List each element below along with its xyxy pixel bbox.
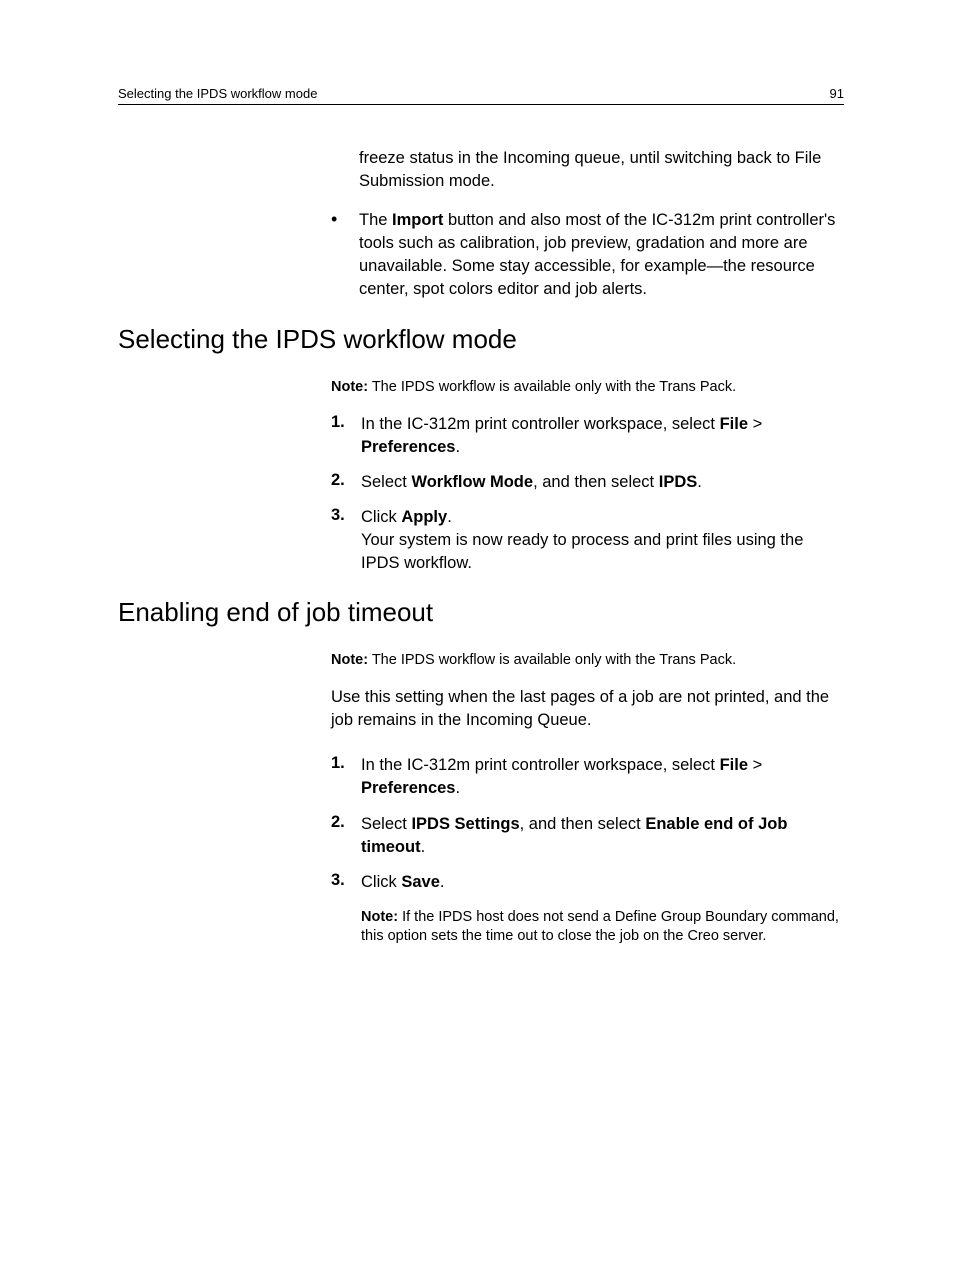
- text-segment: .: [447, 508, 452, 526]
- text-segment: >: [748, 415, 762, 433]
- bullet-icon: •: [331, 209, 359, 301]
- intro-paragraph: Use this setting when the last pages of …: [331, 686, 844, 732]
- bold-text: File: [720, 756, 748, 774]
- text-segment: .: [440, 873, 445, 891]
- step-number: 1.: [331, 754, 361, 800]
- note-line: Note: The IPDS workflow is available onl…: [331, 652, 844, 668]
- text-segment: , and then select: [520, 815, 646, 833]
- bold-text: File: [720, 415, 748, 433]
- text-segment: >: [748, 756, 762, 774]
- page-container: Selecting the IPDS workflow mode 91 free…: [0, 0, 954, 947]
- bold-text: IPDS Settings: [411, 815, 519, 833]
- note-label: Note:: [331, 379, 368, 395]
- note-text: The IPDS workflow is available only with…: [368, 652, 736, 668]
- step-text: In the IC-312m print controller workspac…: [361, 413, 844, 459]
- bold-text: Preferences: [361, 779, 455, 797]
- section-heading-2: Enabling end of job timeout: [118, 597, 844, 628]
- bullet-text: The Import button and also most of the I…: [359, 209, 844, 301]
- step-item: 2. Select Workflow Mode, and then select…: [331, 471, 844, 494]
- page-number: 91: [830, 86, 844, 101]
- section-heading-1: Selecting the IPDS workflow mode: [118, 324, 844, 355]
- text-segment: .: [455, 779, 460, 797]
- bold-text: Preferences: [361, 438, 455, 456]
- text-segment: .: [697, 473, 702, 491]
- step-text: Click Apply. Your system is now ready to…: [361, 506, 844, 575]
- text-segment: Your system is now ready to process and …: [361, 531, 803, 572]
- note-text: If the IPDS host does not send a Define …: [361, 909, 839, 945]
- page-header: Selecting the IPDS workflow mode 91: [118, 86, 844, 105]
- step-item: 3. Click Save.: [331, 871, 844, 894]
- bold-text: Apply: [401, 508, 447, 526]
- step-item: 1. In the IC-312m print controller works…: [331, 754, 844, 800]
- continuation-content: freeze status in the Incoming queue, unt…: [331, 147, 844, 302]
- step-item: 3. Click Apply. Your system is now ready…: [331, 506, 844, 575]
- bold-text: Save: [401, 873, 440, 891]
- step-item: 1. In the IC-312m print controller works…: [331, 413, 844, 459]
- step-number: 3.: [331, 871, 361, 894]
- bold-text: IPDS: [659, 473, 698, 491]
- text-segment: , and then select: [533, 473, 659, 491]
- continuation-bullet-text: freeze status in the Incoming queue, unt…: [359, 147, 844, 193]
- text-segment: Select: [361, 815, 411, 833]
- note-label: Note:: [361, 909, 398, 925]
- text-segment: Select: [361, 473, 411, 491]
- text-segment: The: [359, 211, 392, 229]
- step-number: 3.: [331, 506, 361, 575]
- text-segment: Click: [361, 508, 401, 526]
- inner-note: Note: If the IPDS host does not send a D…: [361, 908, 844, 947]
- text-segment: .: [455, 438, 460, 456]
- step-number: 1.: [331, 413, 361, 459]
- note-text: The IPDS workflow is available only with…: [368, 379, 736, 395]
- step-text: In the IC-312m print controller workspac…: [361, 754, 844, 800]
- note-line: Note: The IPDS workflow is available onl…: [331, 379, 844, 395]
- bullet-item: • The Import button and also most of the…: [331, 209, 844, 301]
- bold-text: Import: [392, 211, 443, 229]
- step-number: 2.: [331, 813, 361, 859]
- step-text: Click Save.: [361, 871, 844, 894]
- step-text: Select Workflow Mode, and then select IP…: [361, 471, 844, 494]
- note-label: Note:: [331, 652, 368, 668]
- text-segment: .: [421, 838, 426, 856]
- step-text: Select IPDS Settings, and then select En…: [361, 813, 844, 859]
- step-item: 2. Select IPDS Settings, and then select…: [331, 813, 844, 859]
- text-segment: Click: [361, 873, 401, 891]
- text-segment: In the IC-312m print controller workspac…: [361, 415, 720, 433]
- bold-text: Workflow Mode: [411, 473, 533, 491]
- header-title: Selecting the IPDS workflow mode: [118, 86, 317, 101]
- text-segment: In the IC-312m print controller workspac…: [361, 756, 720, 774]
- step-number: 2.: [331, 471, 361, 494]
